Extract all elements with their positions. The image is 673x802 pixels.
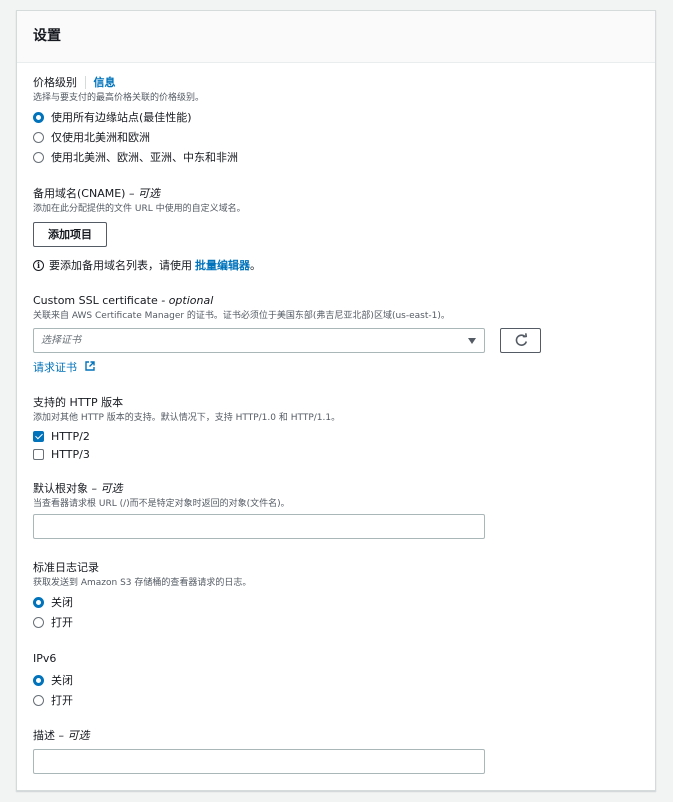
- refresh-button[interactable]: [500, 328, 541, 353]
- radio-selected-icon[interactable]: [33, 111, 44, 123]
- ssl-label-row: Custom SSL certificate - optional: [33, 294, 633, 308]
- request-certificate-label: 请求证书: [33, 361, 77, 374]
- logging-description: 获取发送到 Amazon S3 存储桶的查看器请求的日志。: [33, 578, 252, 588]
- caret-down-icon: [468, 338, 476, 344]
- description-input[interactable]: [33, 749, 485, 774]
- option-label: 打开: [51, 694, 73, 707]
- checkbox-icon[interactable]: [33, 448, 44, 460]
- price-class-label-row: 价格级别 信息: [33, 76, 633, 90]
- logging-label: 标准日志记录: [33, 561, 99, 574]
- price-class-info-link[interactable]: 信息: [84, 76, 116, 89]
- cname-info-text: 要添加备用域名列表，请使用: [49, 259, 192, 272]
- root-object-label: 默认根对象: [33, 482, 88, 495]
- option-label: HTTP/3: [51, 447, 90, 461]
- http-description: 添加对其他 HTTP 版本的支持。默认情况下，支持 HTTP/1.0 和 HTT…: [33, 413, 341, 423]
- root-object-description: 当查看器请求根 URL (/)而不是特定对象时返回的对象(文件名)。: [33, 499, 290, 509]
- ipv6-option-on[interactable]: 打开: [33, 690, 633, 710]
- cname-optional: – 可选: [128, 187, 160, 200]
- price-class-description: 选择与要支付的最高价格关联的价格级别。: [33, 93, 205, 103]
- price-class-field: 价格级别 信息 选择与要支付的最高价格关联的价格级别。 使用所有边缘站点(最佳性…: [33, 76, 633, 167]
- price-class-option-all[interactable]: 使用所有边缘站点(最佳性能): [33, 107, 633, 127]
- radio-icon[interactable]: [33, 616, 44, 628]
- description-label-row: 描述 – 可选: [33, 729, 633, 743]
- option-label: 关闭: [51, 674, 73, 687]
- ssl-description: 关联来自 AWS Certificate Manager 的证书。证书必须位于美…: [33, 311, 450, 321]
- request-certificate-link[interactable]: 请求证书: [33, 361, 95, 374]
- settings-panel: 设置 价格级别 信息 选择与要支付的最高价格关联的价格级别。 使用所有边缘站点(…: [16, 10, 656, 791]
- root-object-optional: – 可选: [91, 482, 123, 495]
- logging-option-on[interactable]: 打开: [33, 612, 633, 632]
- logging-field: 标准日志记录 获取发送到 Amazon S3 存储桶的查看器请求的日志。 关闭 …: [33, 561, 633, 632]
- price-class-option-na-eu[interactable]: 仅使用北美洲和欧洲: [33, 127, 633, 147]
- option-label: 关闭: [51, 596, 73, 609]
- radio-selected-icon[interactable]: [33, 596, 44, 608]
- radio-icon[interactable]: [33, 694, 44, 706]
- option-label: 使用北美洲、欧洲、亚洲、中东和非洲: [51, 151, 238, 164]
- description-field: 描述 – 可选: [33, 729, 633, 743]
- ssl-optional: - optional: [161, 294, 214, 307]
- certificate-select-placeholder: 选择证书: [41, 335, 81, 346]
- bulk-editor-link[interactable]: 批量编辑器: [195, 257, 250, 273]
- radio-selected-icon[interactable]: [33, 674, 44, 686]
- cname-info-line: i 要添加备用域名列表，请使用 批量编辑器 。: [33, 257, 633, 273]
- http-versions-field: 支持的 HTTP 版本 添加对其他 HTTP 版本的支持。默认情况下，支持 HT…: [33, 396, 633, 463]
- info-circle-icon: i: [33, 259, 44, 271]
- ipv6-field: IPv6 关闭 打开: [33, 652, 633, 710]
- cname-info-suffix: 。: [250, 259, 261, 272]
- refresh-icon: [515, 333, 528, 346]
- cname-field: 备用域名(CNAME) – 可选 添加在此分配提供的文件 URL 中使用的自定义…: [33, 187, 633, 273]
- request-cert-row: 请求证书: [33, 359, 633, 375]
- root-object-field: 默认根对象 – 可选 当查看器请求根 URL (/)而不是特定对象时返回的对象(…: [33, 482, 633, 511]
- checkbox-checked-icon[interactable]: [33, 430, 44, 442]
- ipv6-option-off[interactable]: 关闭: [33, 670, 633, 690]
- cname-label: 备用域名(CNAME): [33, 187, 126, 200]
- add-item-button[interactable]: 添加项目: [33, 222, 107, 247]
- option-label: 仅使用北美洲和欧洲: [51, 131, 150, 144]
- http-label: 支持的 HTTP 版本: [33, 396, 124, 409]
- option-label: HTTP/2: [51, 429, 90, 443]
- description-label: 描述: [33, 729, 55, 742]
- http3-checkbox-row[interactable]: HTTP/3: [33, 445, 633, 463]
- ssl-field: Custom SSL certificate - optional 关联来自 A…: [33, 294, 633, 323]
- option-label: 打开: [51, 616, 73, 629]
- description-optional: – 可选: [58, 729, 90, 742]
- ipv6-label: IPv6: [33, 652, 57, 665]
- root-object-input[interactable]: [33, 514, 485, 539]
- ssl-label: Custom SSL certificate: [33, 294, 158, 307]
- radio-icon[interactable]: [33, 151, 44, 163]
- price-class-option-na-eu-asia[interactable]: 使用北美洲、欧洲、亚洲、中东和非洲: [33, 147, 633, 167]
- option-label: 使用所有边缘站点(最佳性能): [51, 111, 192, 124]
- cname-description: 添加在此分配提供的文件 URL 中使用的自定义域名。: [33, 204, 246, 214]
- panel-header: 设置: [17, 11, 655, 63]
- logging-option-off[interactable]: 关闭: [33, 592, 633, 612]
- external-link-icon: [84, 361, 95, 371]
- http2-checkbox-row[interactable]: HTTP/2: [33, 427, 633, 445]
- panel-title: 设置: [33, 28, 61, 44]
- radio-icon[interactable]: [33, 131, 44, 143]
- price-class-label: 价格级别: [33, 76, 77, 89]
- certificate-select[interactable]: 选择证书: [33, 328, 485, 353]
- cname-label-row: 备用域名(CNAME) – 可选: [33, 187, 633, 201]
- root-object-label-row: 默认根对象 – 可选: [33, 482, 633, 496]
